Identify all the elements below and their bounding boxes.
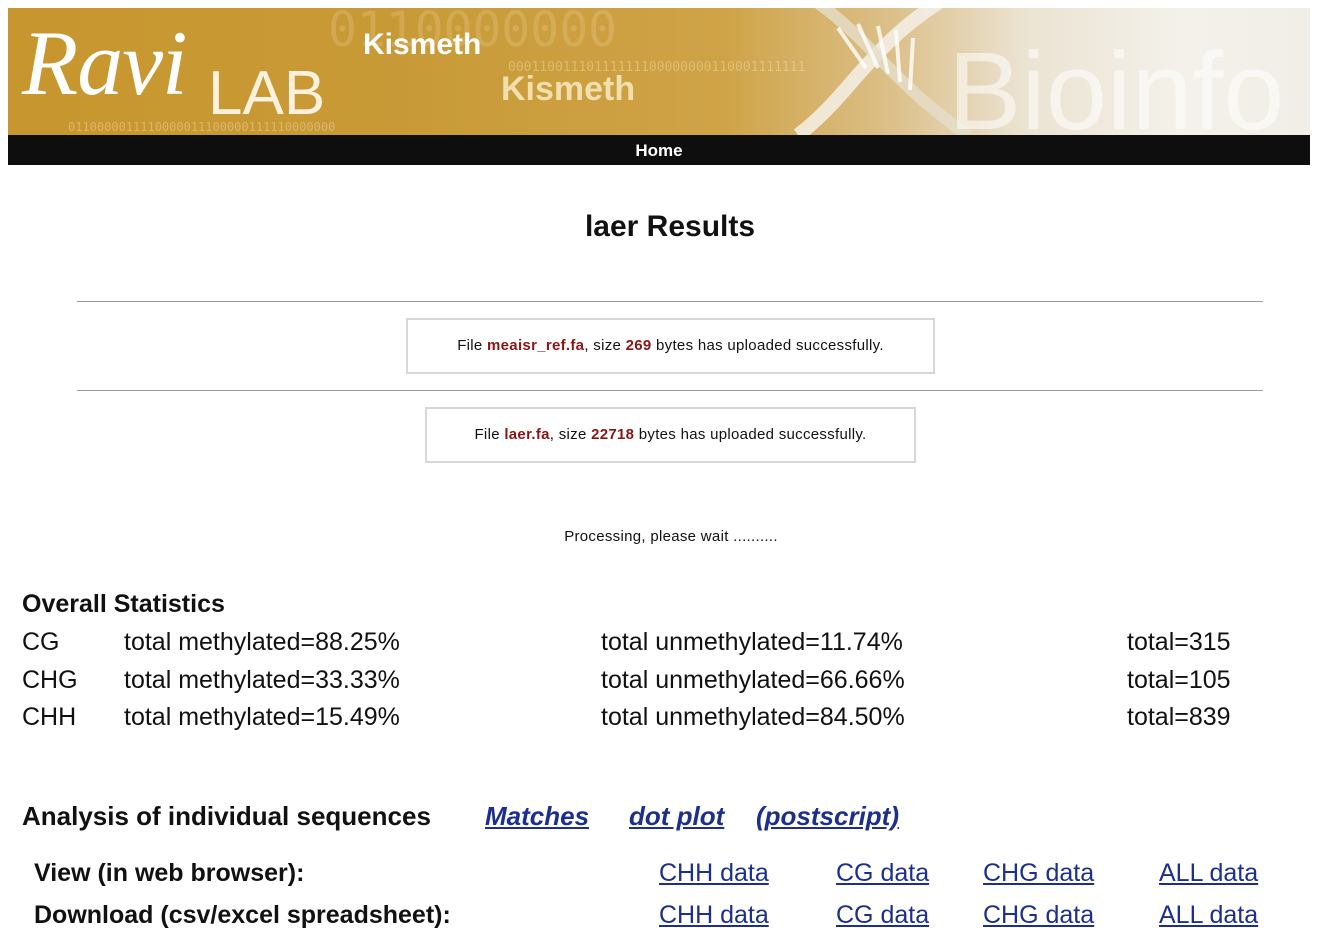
analysis-heading: Analysis of individual sequences — [22, 801, 431, 831]
divider — [77, 390, 1263, 391]
context-type: CG — [22, 628, 60, 656]
stats-heading: Overall Statistics — [22, 590, 225, 618]
uploaded-size: 22718 — [591, 426, 635, 443]
unmethylated-value: total unmethylated=84.50% — [601, 703, 905, 731]
view-chh-data-link[interactable]: CHH data — [659, 859, 769, 888]
uploaded-filename: laer.fa — [504, 426, 550, 443]
divider — [77, 301, 1263, 302]
context-type: CHG — [22, 666, 78, 694]
stats-row: CG total methylated=88.25% total unmethy… — [0, 628, 1322, 662]
methylated-value: total methylated=33.33% — [124, 666, 400, 694]
download-chg-data-link[interactable]: CHG data — [983, 901, 1094, 930]
upload-status-message: File laer.fa, size 22718 bytes has uploa… — [425, 407, 916, 463]
uploaded-size: 269 — [625, 337, 652, 354]
header-banner: 00011001110111111100000000110001111111 0… — [8, 8, 1310, 135]
total-value: total=105 — [1127, 666, 1231, 694]
banner-watermark-text: Bioinfo — [948, 30, 1285, 135]
dot-plot-link[interactable]: dot plot — [629, 801, 724, 832]
download-all-data-link[interactable]: ALL data — [1159, 901, 1258, 930]
view-all-data-link[interactable]: ALL data — [1159, 859, 1258, 888]
processing-status: Processing, please wait .......... — [564, 528, 778, 545]
total-value: total=839 — [1127, 703, 1231, 731]
nav-bar: Home — [8, 135, 1310, 165]
logo-lab: LAB — [208, 59, 326, 128]
home-link[interactable]: Home — [635, 141, 682, 160]
download-label: Download (csv/excel spreadsheet): — [34, 901, 451, 929]
context-type: CHH — [22, 703, 77, 731]
uploaded-filename: meaisr_ref.fa — [487, 337, 585, 354]
view-cg-data-link[interactable]: CG data — [836, 859, 929, 888]
view-chg-data-link[interactable]: CHG data — [983, 859, 1094, 888]
page-title: laer Results — [584, 210, 756, 243]
methylated-value: total methylated=88.25% — [124, 628, 400, 656]
stats-row: CHG total methylated=33.33% total unmeth… — [0, 666, 1322, 700]
logo-ravi: Ravi — [22, 12, 188, 114]
postscript-link[interactable]: (postscript) — [756, 801, 899, 832]
matches-link[interactable]: Matches — [485, 801, 589, 832]
unmethylated-value: total unmethylated=66.66% — [601, 666, 905, 694]
total-value: total=315 — [1127, 628, 1231, 656]
download-chh-data-link[interactable]: CHH data — [659, 901, 769, 930]
stats-row: CHH total methylated=15.49% total unmeth… — [0, 703, 1322, 737]
download-cg-data-link[interactable]: CG data — [836, 901, 929, 930]
app-name: Kismeth — [363, 28, 482, 61]
unmethylated-value: total unmethylated=11.74% — [601, 628, 903, 656]
methylated-value: total methylated=15.49% — [124, 703, 400, 731]
upload-status-message: File meaisr_ref.fa, size 269 bytes has u… — [406, 318, 935, 374]
app-name-secondary: Kismeth — [501, 70, 636, 108]
view-label: View (in web browser): — [34, 859, 305, 887]
